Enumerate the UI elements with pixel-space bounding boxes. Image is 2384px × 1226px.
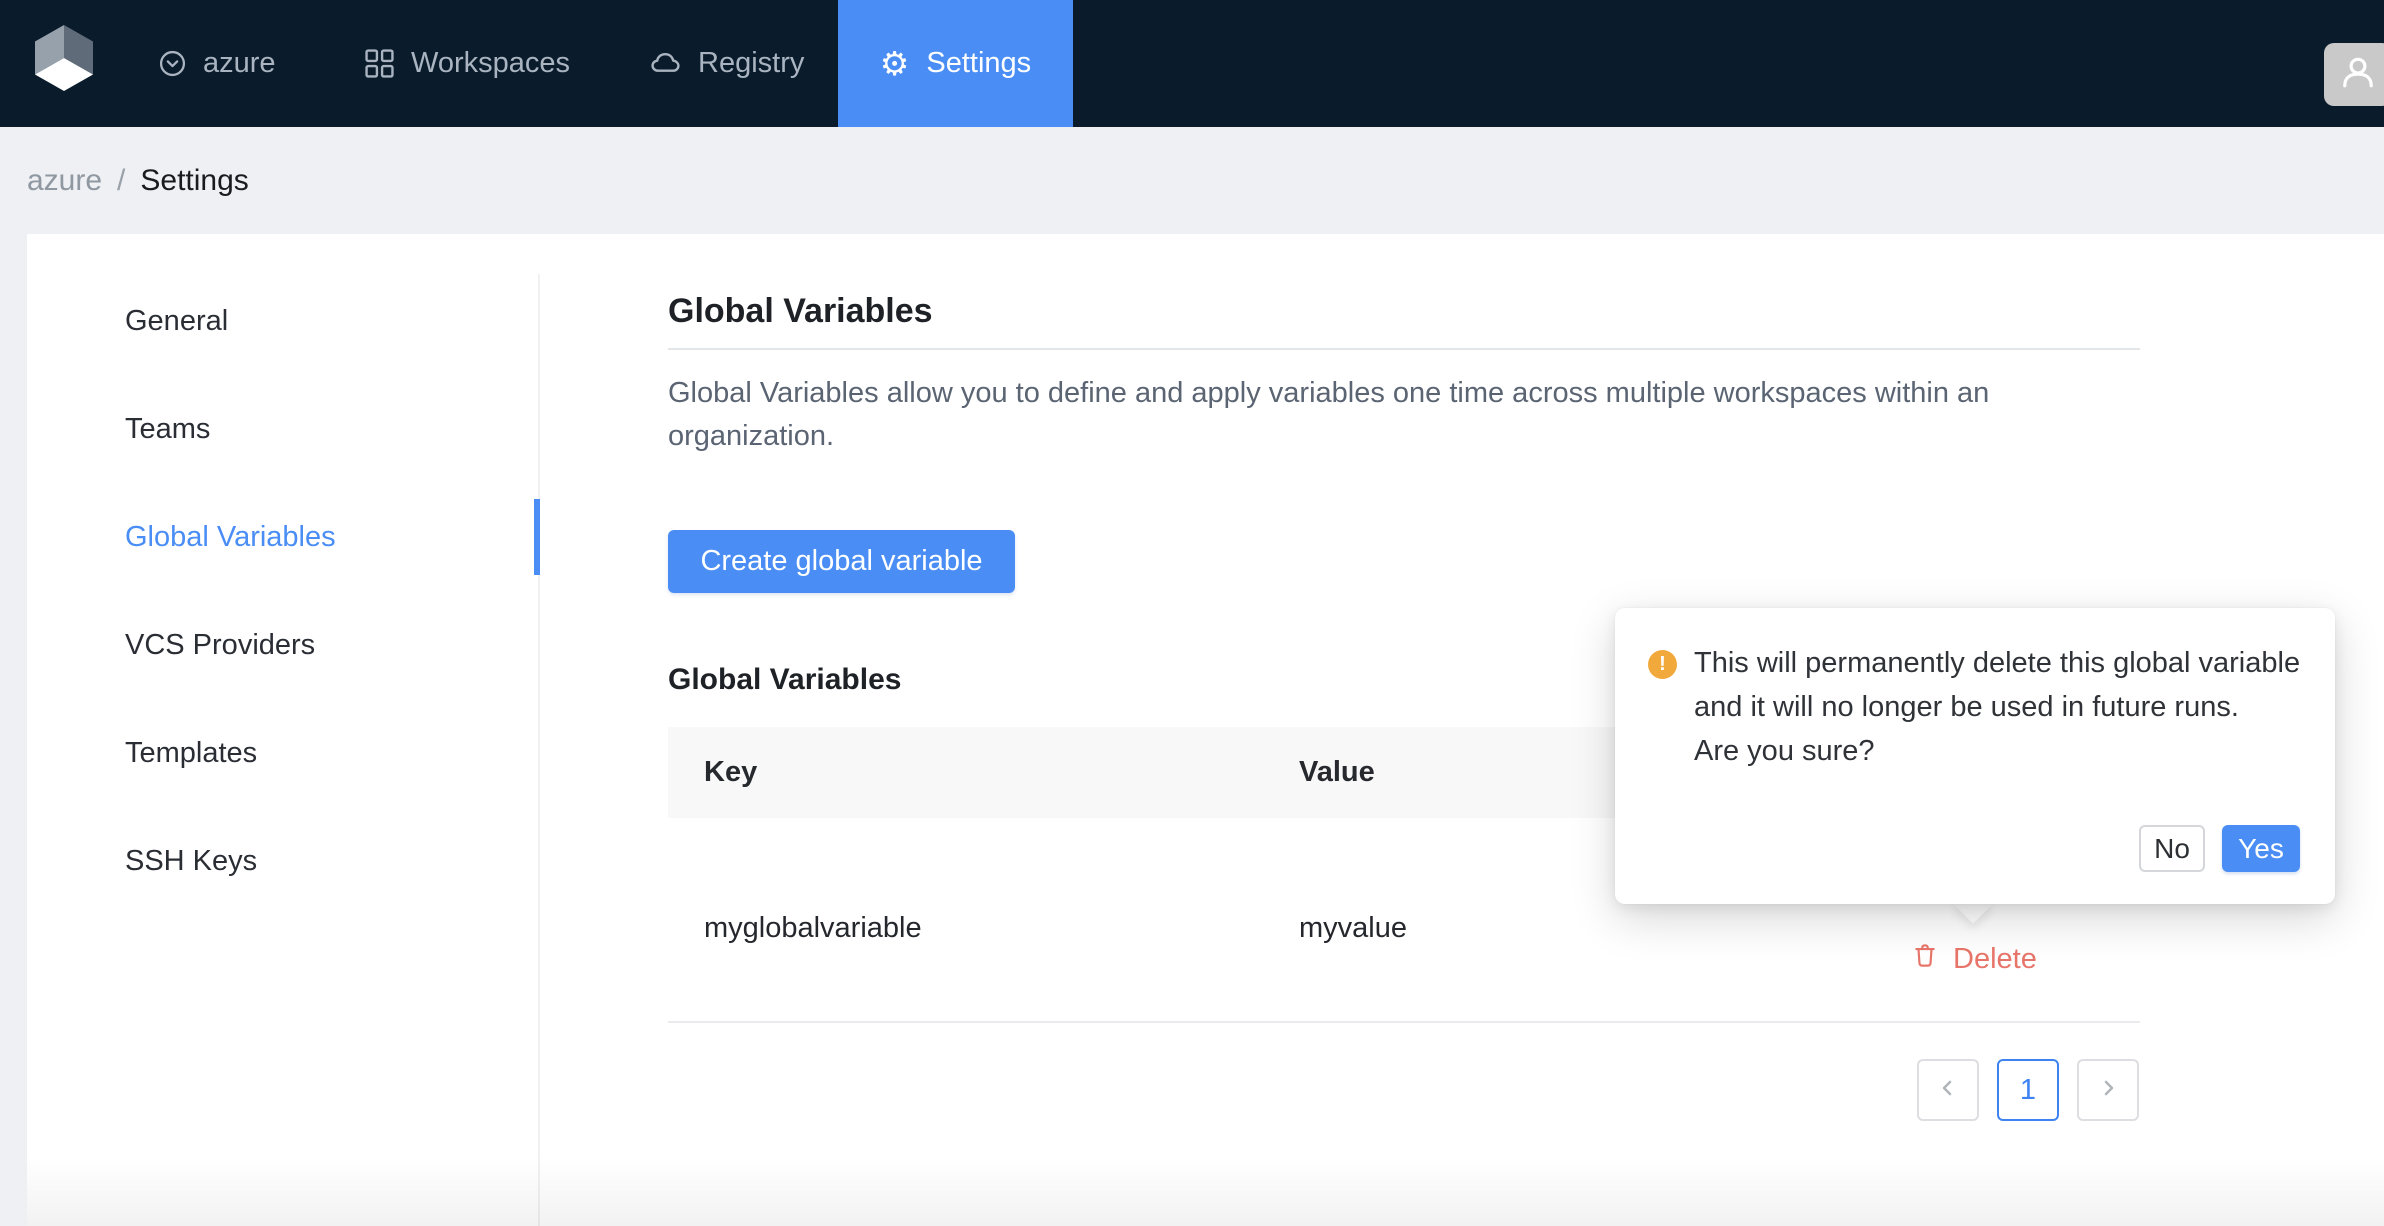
section-title: Global Variables [668,663,902,696]
popconfirm-message: This will permanently delete this global… [1694,641,2300,773]
nav-item-label: Workspaces [411,47,571,79]
app-logo-icon[interactable] [35,25,93,91]
nav-item-registry[interactable]: Registry [650,0,804,127]
page-description: Global Variables allow you to define and… [668,377,1990,452]
popconfirm-yes-button[interactable]: Yes [2222,825,2300,872]
pagination-page-1-button[interactable]: 1 [1997,1059,2059,1121]
page-title: Global Variables [668,292,933,330]
trash-icon [1912,942,1938,976]
user-avatar-button[interactable] [2324,43,2384,106]
title-divider [668,348,2140,350]
app-screen: azure Workspaces Registry ⚙ Settings azu… [0,0,2384,1226]
popconfirm-message-line: This will permanently delete this global… [1694,647,2301,679]
grid-icon [365,49,394,78]
top-navbar: azure Workspaces Registry ⚙ Settings [0,0,2384,127]
popconfirm-message-line: and it will no longer be used in future … [1694,691,2239,723]
nav-item-label: Settings [926,47,1032,79]
breadcrumb-separator: / [117,163,126,197]
variable-value-cell: myvalue [1299,912,1407,944]
delete-variable-link[interactable]: Delete [1912,942,2037,976]
org-switcher[interactable]: azure [159,0,276,127]
breadcrumb: azure / Settings [0,127,2384,234]
circle-chevron-down-icon [159,50,186,77]
delete-label: Delete [1953,942,2037,975]
sidebar-divider [538,274,540,1226]
sidebar-item-global-variables[interactable]: Global Variables [125,499,336,575]
popconfirm-no-button[interactable]: No [2139,825,2205,872]
warning-icon: ! [1648,650,1677,679]
pagination-prev-button[interactable] [1917,1059,1979,1121]
breadcrumb-org-link[interactable]: azure [27,164,102,198]
cloud-icon [650,50,681,77]
popconfirm-message-line: Are you sure? [1694,735,1875,767]
variable-key-cell: myglobalvariable [704,912,922,944]
sidebar-active-indicator [534,499,540,575]
sidebar-item-templates[interactable]: Templates [125,715,257,791]
nav-item-workspaces[interactable]: Workspaces [365,0,570,127]
user-icon [2340,54,2376,95]
column-header-key: Key [704,756,758,788]
chevron-right-icon [2097,1074,2119,1107]
gear-icon: ⚙ [879,44,910,83]
pagination: 1 [1917,1059,2139,1121]
sidebar-item-teams[interactable]: Teams [125,391,210,467]
nav-item-label: Registry [698,47,805,79]
breadcrumb-current-page: Settings [140,163,249,197]
delete-confirmation-popover: ! This will permanently delete this glob… [1615,608,2335,904]
sidebar-item-general[interactable]: General [125,283,228,359]
pagination-next-button[interactable] [2077,1059,2139,1121]
create-global-variable-button[interactable]: Create global variable [668,530,1015,593]
nav-item-settings-active[interactable]: ⚙ Settings [838,0,1073,127]
chevron-left-icon [1937,1074,1959,1107]
sidebar-item-vcs-providers[interactable]: VCS Providers [125,607,315,683]
org-switcher-label: azure [203,47,276,79]
sidebar-item-ssh-keys[interactable]: SSH Keys [125,823,257,899]
